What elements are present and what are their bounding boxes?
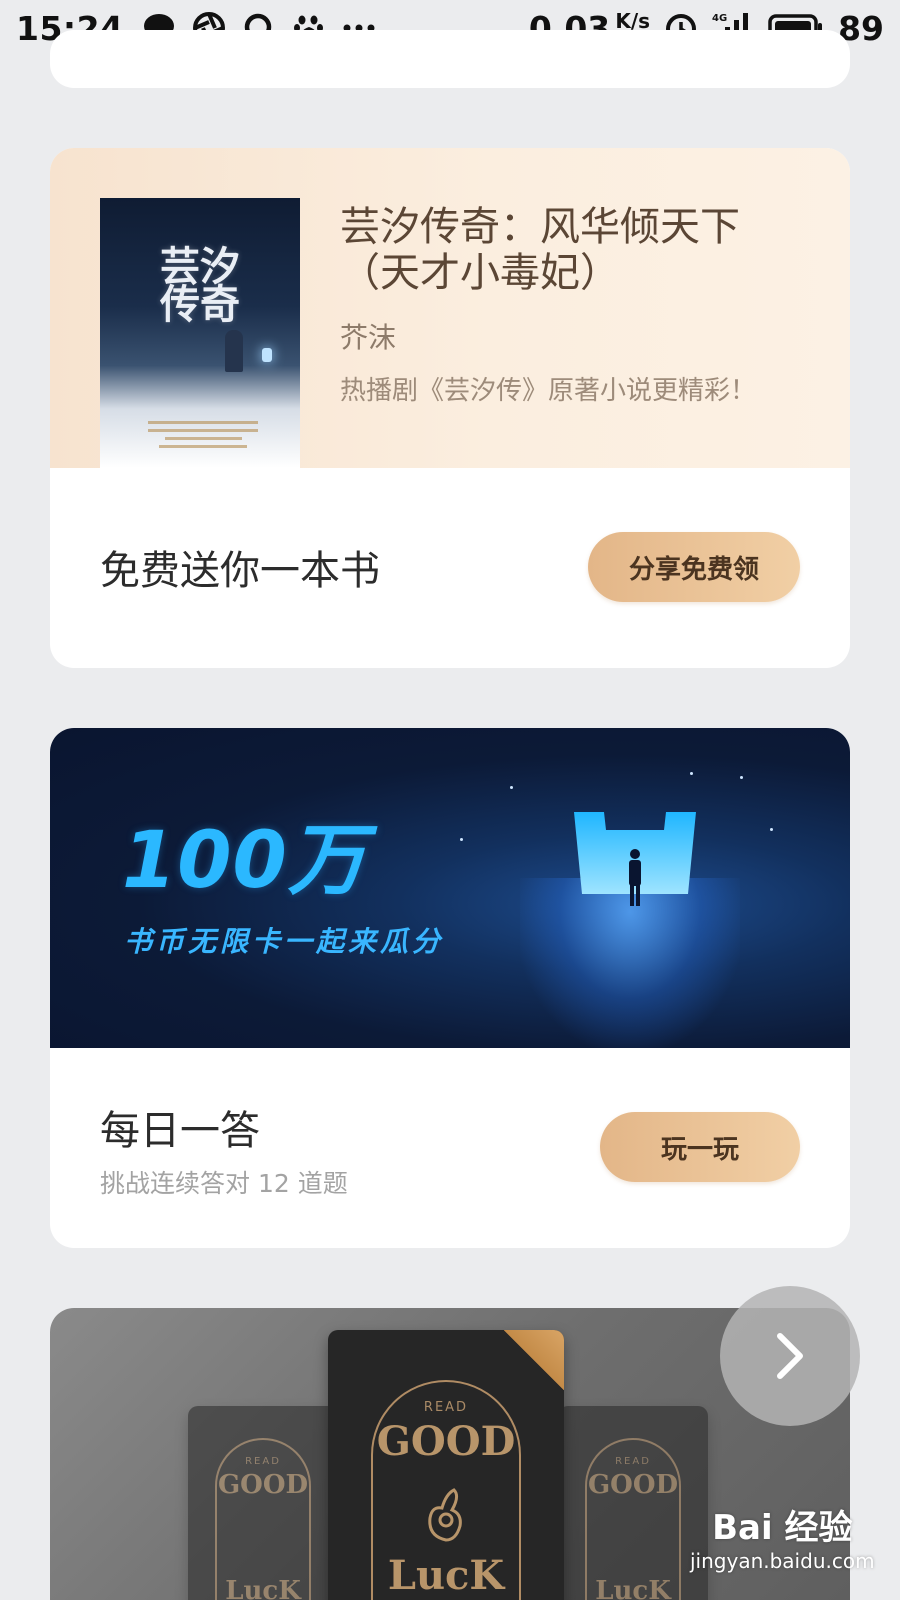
luck-card-right: READ GOOD LucK (558, 1406, 708, 1600)
book-title: 芸汐传奇：风华倾天下（天才小毒妃） (340, 204, 740, 296)
quiz-subtitle: 挑战连续答对 12 道题 (100, 1169, 348, 1198)
chevron-right-icon (777, 1333, 803, 1379)
previous-card (50, 30, 850, 88)
next-arrow-button[interactable] (720, 1286, 860, 1426)
quiz-banner-subtitle: 书币无限卡一起来瓜分 (124, 925, 445, 958)
share-claim-button[interactable]: 分享免费领 (588, 532, 800, 602)
free-book-card[interactable]: 芸汐传奇 芸汐传奇：风华倾天下（天才小毒妃） 芥沫 热播剧《芸汐传》原著小说更精… (50, 148, 850, 668)
cover-lantern (262, 348, 272, 362)
cover-figure (225, 330, 243, 372)
watermark-url: jingyan.baidu.com (690, 1549, 875, 1573)
baidu-watermark: Bai 经验 jingyan.baidu.com (690, 1500, 875, 1573)
book-author: 芥沫 (340, 321, 397, 354)
quiz-banner[interactable]: 100万 书币无限卡一起来瓜分 (50, 728, 850, 1048)
quiz-banner-amount: 100万 (122, 816, 367, 906)
quiz-title: 每日一答 (100, 1108, 260, 1154)
book-description: 热播剧《芸汐传》原著小说更精彩！ (340, 376, 757, 406)
ok-hand-icon (428, 1488, 462, 1542)
book-banner[interactable]: 芸汐传奇 芸汐传奇：风华倾天下（天才小毒妃） 芥沫 热播剧《芸汐传》原著小说更精… (50, 148, 850, 468)
cover-calligraphy: 芸汐传奇 (160, 243, 240, 328)
svg-text:4G: 4G (712, 13, 727, 24)
silhouette-figure (629, 849, 641, 906)
free-book-promo-text: 免费送你一本书 (100, 548, 380, 594)
book-cover-image: 芸汐传奇 (100, 198, 300, 468)
luck-card-left: READ GOOD LucK (188, 1406, 338, 1600)
luck-card-center: READ GOOD LucK (328, 1330, 564, 1600)
play-button[interactable]: 玩一玩 (600, 1112, 800, 1182)
watermark-logo: Bai 经验 (712, 1508, 853, 1548)
daily-quiz-card[interactable]: 100万 书币无限卡一起来瓜分 每日一答 挑战连续答对 12 道题 玩一玩 (50, 728, 850, 1248)
corner-ribbon (504, 1330, 564, 1390)
cover-blurb (148, 416, 258, 456)
